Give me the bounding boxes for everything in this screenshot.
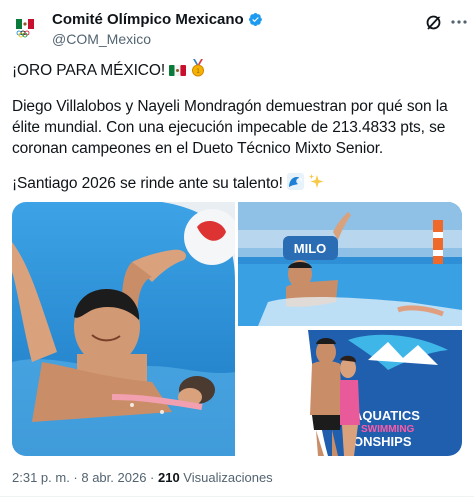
timestamp-link[interactable]: 2:31 p. m. · 8 abr. 2026 · [12, 470, 158, 485]
photo3-banner-line3: ONSHIPS [353, 434, 412, 449]
tweet-line-1: ¡ORO PARA MÉXICO! 1 [12, 59, 206, 81]
photo-performance-lift[interactable]: MILO [238, 202, 462, 326]
photo-podium-pose[interactable]: AQUATICS SWIMMING ONSHIPS [238, 330, 462, 456]
grok-icon[interactable] [424, 12, 444, 32]
photo-swimmers-closeup[interactable] [12, 202, 235, 456]
tweet-body: Diego Villalobos y Nayeli Mondragón demu… [12, 98, 448, 157]
tweet-line-3: ¡Santiago 2026 se rinde ante su talento! [12, 173, 325, 194]
tweet-meta: 2:31 p. m. · 8 abr. 2026 · 210 Visualiza… [12, 470, 273, 485]
sparkles-emoji [309, 174, 324, 188]
tweet-closing: ¡Santiago 2026 se rinde ante su talento! [12, 175, 283, 192]
views-label: Visualizaciones [179, 470, 273, 485]
photo2-sign-text: MILO [294, 241, 327, 256]
views-count: 210 [157, 470, 180, 485]
author-name[interactable]: Comité Olímpico Mexicano [52, 11, 244, 28]
svg-text:1: 1 [197, 68, 201, 75]
media-grid: MILO AQUATICS SWIMMING ONSHIPS [12, 202, 462, 456]
more-options-icon[interactable] [450, 13, 468, 31]
verified-badge-icon [248, 13, 262, 26]
tweet-headline: ¡ORO PARA MÉXICO! [12, 62, 166, 79]
wave-emoji [287, 173, 305, 190]
avatar[interactable] [12, 13, 38, 39]
bottom-divider [0, 496, 474, 497]
photo3-banner-line1: AQUATICS [353, 408, 420, 423]
author-handle[interactable]: @COM_Mexico [52, 31, 151, 47]
gold-medal-emoji: 1 [192, 59, 205, 77]
mexico-flag-emoji [169, 65, 187, 76]
